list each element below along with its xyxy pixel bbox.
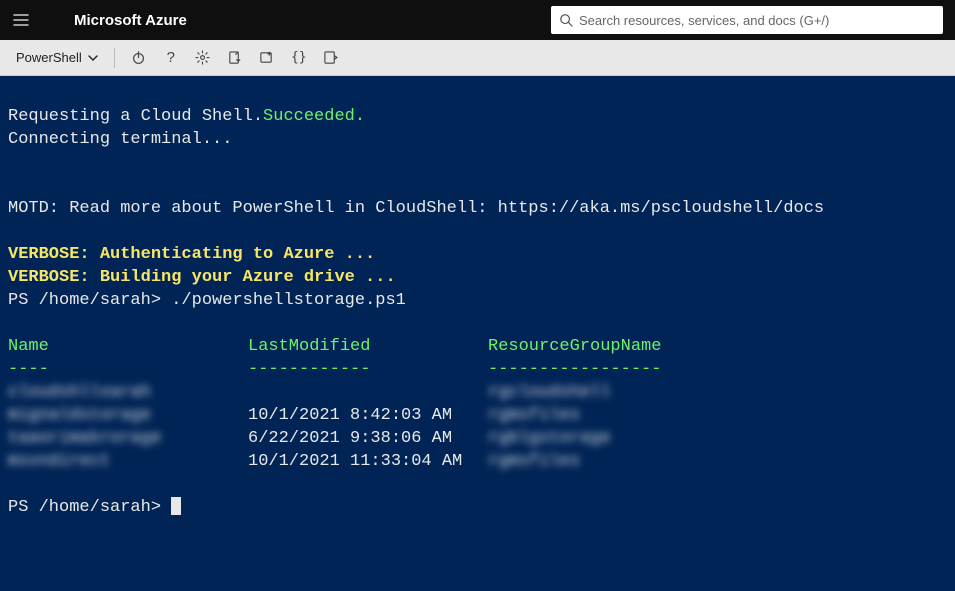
table-cell-rg: rgblgstorage <box>488 427 610 450</box>
table-cell-name: mignaldstorage <box>8 404 248 427</box>
power-icon <box>131 50 146 65</box>
table-cell-modified: 10/1/2021 11:33:04 AM <box>248 450 488 473</box>
table-header-rg: ResourceGroupName <box>488 335 661 358</box>
table-header-modified: LastModified <box>248 335 488 358</box>
table-underline: ---- <box>8 358 248 381</box>
settings-button[interactable] <box>189 44 217 72</box>
restart-button[interactable] <box>125 44 153 72</box>
editor-button[interactable]: {} <box>285 44 313 72</box>
azure-header: Microsoft Azure <box>0 0 955 40</box>
table-cell-name: taaorimakrorage <box>8 427 248 450</box>
terminal-command: ./powershellstorage.ps1 <box>171 291 406 310</box>
table-cell-rg: rgmsfiles <box>488 450 580 473</box>
terminal-line: Connecting terminal... <box>8 130 232 149</box>
terminal-status: Succeeded. <box>263 107 365 126</box>
terminal-motd: MOTD: Read more about PowerShell in Clou… <box>8 199 824 218</box>
file-transfer-icon <box>227 50 242 65</box>
upload-download-button[interactable] <box>221 44 249 72</box>
table-cell-name: msvndirect <box>8 450 248 473</box>
toolbar-divider <box>114 48 115 68</box>
gear-icon <box>195 50 210 65</box>
terminal-prompt: PS /home/sarah> <box>8 291 161 310</box>
web-preview-button[interactable] <box>317 44 345 72</box>
table-cell-name: cloudshllsarah <box>8 381 248 404</box>
preview-icon <box>323 50 338 65</box>
new-window-icon <box>259 50 274 65</box>
help-icon: ? <box>167 49 175 66</box>
hamburger-menu-icon[interactable] <box>12 11 30 29</box>
table-cell-modified: 6/22/2021 9:38:06 AM <box>248 427 488 450</box>
brand-title: Microsoft Azure <box>74 12 187 29</box>
global-search[interactable] <box>551 6 943 34</box>
shell-selector-label: PowerShell <box>16 50 82 65</box>
search-input[interactable] <box>579 13 935 28</box>
braces-icon: {} <box>291 50 307 65</box>
table-cell-rg: rgmsfiles <box>488 404 580 427</box>
chevron-down-icon <box>88 53 98 63</box>
table-cell-modified: 10/1/2021 8:42:03 AM <box>248 404 488 427</box>
table-underline: ----------------- <box>488 358 661 381</box>
table-header-name: Name <box>8 335 248 358</box>
terminal-line: Requesting a Cloud Shell. <box>8 107 263 126</box>
shell-selector[interactable]: PowerShell <box>10 46 104 69</box>
terminal-prompt: PS /home/sarah> <box>8 498 161 517</box>
terminal-verbose: VERBOSE: Building your Azure drive ... <box>8 268 396 287</box>
new-session-button[interactable] <box>253 44 281 72</box>
table-cell-rg: rgcloudshell <box>488 381 610 404</box>
terminal-cursor <box>171 497 181 515</box>
search-icon <box>559 13 573 27</box>
help-button[interactable]: ? <box>157 44 185 72</box>
table-underline: ------------ <box>248 358 488 381</box>
cloudshell-toolbar: PowerShell ? {} <box>0 40 955 76</box>
terminal-output[interactable]: Requesting a Cloud Shell.Succeeded. Conn… <box>0 76 955 591</box>
terminal-verbose: VERBOSE: Authenticating to Azure ... <box>8 245 375 264</box>
